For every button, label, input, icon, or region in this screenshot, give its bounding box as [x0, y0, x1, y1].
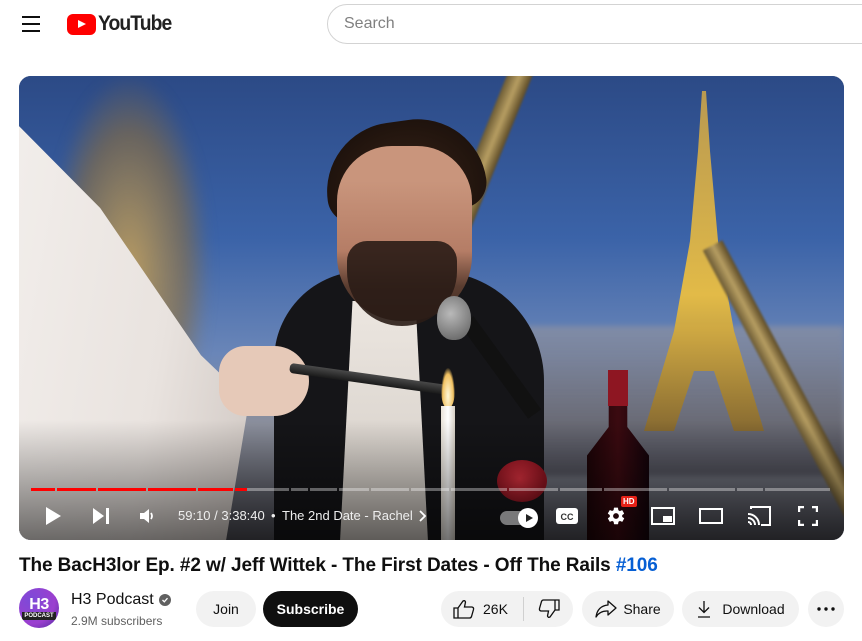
watched-fill	[235, 488, 248, 491]
chapter-segment[interactable]	[98, 488, 146, 491]
svg-text:CC: CC	[561, 512, 574, 522]
avatar-subtext: PODCAST	[22, 611, 56, 620]
channel-name-link[interactable]: H3 Podcast	[71, 591, 171, 609]
watched-fill	[57, 488, 97, 491]
video-title-text: The BacH3lor Ep. #2 w/ Jeff Wittek - The…	[19, 555, 616, 576]
chapter-segment[interactable]	[509, 488, 558, 491]
video-title: The BacH3lor Ep. #2 w/ Jeff Wittek - The…	[19, 555, 658, 577]
chapter-segment[interactable]	[309, 488, 338, 491]
share-icon	[595, 600, 617, 618]
fullscreen-icon	[798, 506, 818, 526]
video-player[interactable]: 59:10 / 3:38:40 • The 2nd Date - Rachel …	[19, 76, 844, 540]
share-button[interactable]: Share	[582, 591, 674, 627]
volume-icon	[140, 509, 153, 523]
more-horizontal-icon	[817, 607, 835, 611]
subscribe-button[interactable]: Subscribe	[263, 591, 358, 627]
hashtag-link[interactable]: #106	[616, 555, 658, 576]
watched-fill	[31, 488, 56, 491]
chapter-segment[interactable]	[291, 488, 308, 491]
hd-badge: HD	[621, 496, 637, 507]
miniplayer-button[interactable]	[651, 504, 675, 528]
closed-captions-icon: CC	[556, 508, 578, 524]
thumbs-up-icon	[453, 600, 475, 619]
watched-fill	[98, 488, 146, 491]
progress-bar[interactable]	[31, 488, 832, 491]
more-actions-button[interactable]	[808, 591, 844, 627]
autoplay-play-icon	[518, 508, 538, 528]
volume-button[interactable]	[135, 504, 159, 528]
like-button[interactable]: 26K	[441, 591, 523, 627]
masthead: YouTube	[0, 0, 862, 48]
chapter-segment[interactable]	[736, 488, 763, 491]
chapter-segment[interactable]	[371, 488, 410, 491]
eiffel-tower-scene	[644, 91, 764, 431]
chapter-segment[interactable]	[450, 488, 508, 491]
join-button[interactable]: Join	[196, 591, 256, 627]
chapter-segment[interactable]	[603, 488, 667, 491]
theater-mode-button[interactable]	[699, 504, 723, 528]
logo-text: YouTube	[98, 12, 172, 35]
youtube-logo[interactable]: YouTube	[67, 12, 178, 36]
chapter-button[interactable]: The 2nd Date - Rachel	[282, 508, 427, 523]
verified-badge-icon	[158, 594, 171, 606]
chapter-segment[interactable]	[31, 488, 56, 491]
time-display: 59:10 / 3:38:40	[178, 508, 265, 523]
play-icon	[46, 507, 61, 525]
chapter-segment[interactable]	[559, 488, 602, 491]
search-input[interactable]	[344, 15, 862, 33]
autoplay-toggle[interactable]	[500, 508, 538, 528]
download-button[interactable]: Download	[682, 591, 799, 627]
youtube-play-logo-icon	[67, 13, 96, 35]
chapter-segment[interactable]	[147, 488, 196, 491]
cast-icon	[747, 506, 771, 526]
player-controls: 59:10 / 3:38:40 • The 2nd Date - Rachel …	[19, 492, 844, 540]
hamburger-menu-icon[interactable]	[14, 8, 48, 40]
skip-next-icon	[93, 508, 109, 524]
theater-mode-icon	[699, 508, 723, 524]
chapter-segment[interactable]	[235, 488, 290, 491]
thumbs-down-icon	[538, 599, 560, 618]
next-button[interactable]	[89, 504, 113, 528]
like-dislike-group: 26K	[441, 591, 573, 627]
miniplayer-icon	[651, 507, 675, 525]
chapter-segment[interactable]	[197, 488, 234, 491]
chapter-title: The 2nd Date - Rachel	[282, 508, 413, 523]
share-label: Share	[623, 601, 661, 617]
download-icon	[698, 601, 711, 618]
avatar-text: H3	[29, 595, 49, 613]
like-count: 26K	[483, 601, 508, 617]
cast-button[interactable]	[747, 504, 771, 528]
chapter-segment[interactable]	[57, 488, 97, 491]
subscriber-count: 2.9M subscribers	[71, 614, 163, 628]
channel-avatar[interactable]: H3 PODCAST	[19, 588, 59, 628]
separator-dot: •	[271, 508, 276, 523]
chapter-segment[interactable]	[764, 488, 830, 491]
channel-name: H3 Podcast	[71, 591, 154, 608]
download-label: Download	[722, 601, 785, 617]
settings-button[interactable]	[604, 504, 628, 528]
captions-button[interactable]: CC	[555, 504, 579, 528]
search-box[interactable]	[327, 4, 862, 44]
fullscreen-button[interactable]	[796, 504, 820, 528]
chevron-right-icon	[419, 509, 427, 522]
play-button[interactable]	[41, 504, 65, 528]
dislike-button[interactable]	[524, 591, 573, 627]
gear-icon	[607, 507, 625, 525]
watched-fill	[197, 488, 234, 491]
watched-fill	[147, 488, 196, 491]
chapter-segment[interactable]	[668, 488, 735, 491]
chapter-segment[interactable]	[411, 488, 449, 491]
chapter-segment[interactable]	[339, 488, 370, 491]
